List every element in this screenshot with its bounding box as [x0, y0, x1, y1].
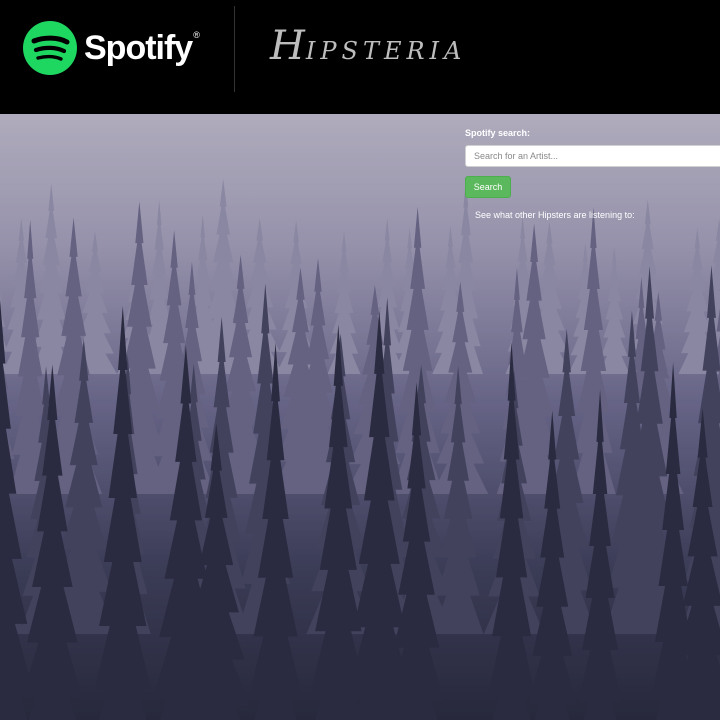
hipsteria-logo-text: IPSTERIA	[305, 37, 467, 65]
artist-search-input[interactable]	[465, 145, 720, 167]
spotify-logo[interactable]: Spotify®	[22, 20, 200, 76]
search-label: Spotify search:	[465, 128, 531, 138]
spotify-logo-icon	[23, 21, 77, 75]
hipsteria-logo-initial: H	[270, 23, 306, 69]
search-button[interactable]: Search	[465, 176, 511, 198]
spotify-wordmark-text: Spotify	[84, 29, 193, 67]
trademark-symbol: ®	[193, 30, 200, 40]
fog-overlay	[0, 114, 720, 720]
spotify-wordmark: Spotify®	[84, 29, 200, 67]
hipsters-listening-heading: See what other Hipsters are listening to…	[475, 210, 635, 220]
site-header: Spotify® H IPSTERIA	[0, 0, 720, 114]
forest-illustration	[0, 114, 720, 720]
header-divider	[234, 6, 235, 92]
foggy-forest-background	[0, 114, 720, 720]
hipsteria-logo[interactable]: H IPSTERIA	[270, 26, 466, 76]
